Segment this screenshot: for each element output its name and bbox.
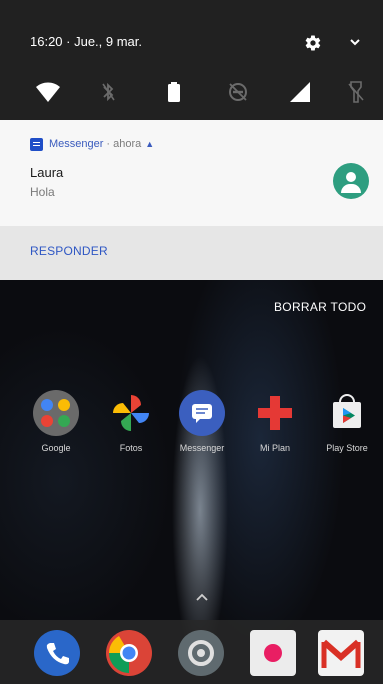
settings-gear-icon[interactable]	[304, 34, 322, 52]
notification-header: Messenger · ahora ▲	[30, 137, 154, 151]
phone-icon[interactable]	[34, 630, 80, 676]
app-label: Mi Plan	[259, 443, 290, 453]
bluetooth-off-icon[interactable]	[94, 78, 122, 106]
notification-app-name: Messenger	[49, 138, 104, 150]
dock	[0, 620, 383, 684]
notification-time: ahora	[113, 138, 142, 150]
app-google[interactable]: Google	[21, 390, 91, 453]
status-time-date: 16:20 · Jue., 9 mar.	[30, 34, 143, 49]
status-row: 16:20 · Jue., 9 mar.	[0, 22, 383, 62]
chevron-down-icon[interactable]	[348, 36, 362, 48]
clear-all-button[interactable]: BORRAR TODO	[274, 300, 366, 314]
wifi-icon[interactable]	[34, 78, 62, 106]
messenger-icon	[179, 390, 225, 436]
notification-actions: RESPONDER	[0, 226, 383, 280]
app-play-store[interactable]: Play Store	[312, 390, 382, 453]
dnd-off-icon[interactable]	[224, 78, 252, 106]
app-drawer-arrow-icon[interactable]	[195, 592, 209, 602]
messenger-notification[interactable]: Messenger · ahora ▲ Laura Hola	[0, 120, 383, 226]
play-store-icon	[324, 390, 370, 436]
app-my-plan[interactable]: Mi Plan	[240, 390, 310, 453]
app-label: Messenger	[179, 443, 225, 453]
battery-icon[interactable]	[160, 78, 188, 106]
home-screen: BORRAR TODO Google Fotos Messenger Mi Pl…	[0, 280, 383, 684]
notification-sender: Laura	[30, 165, 64, 180]
notification-separator: ·	[106, 138, 111, 150]
camera-icon[interactable]	[178, 630, 224, 676]
media-icon[interactable]	[250, 630, 296, 676]
contact-avatar	[333, 163, 369, 199]
expand-caret-icon[interactable]: ▲	[145, 139, 154, 149]
flashlight-off-icon[interactable]	[342, 78, 370, 106]
quick-settings-shade: 16:20 · Jue., 9 mar.	[0, 0, 383, 120]
app-label: Play Store	[326, 443, 368, 453]
photos-icon	[108, 390, 154, 436]
gmail-icon[interactable]	[318, 630, 364, 676]
quick-settings-tiles	[0, 78, 383, 114]
avatar-person-icon	[346, 172, 356, 182]
reply-button[interactable]: RESPONDER	[30, 244, 108, 258]
chrome-icon[interactable]	[106, 630, 152, 676]
first-aid-icon	[252, 390, 298, 436]
app-label: Google	[41, 443, 71, 453]
signal-icon[interactable]	[286, 78, 314, 106]
google-folder-icon	[33, 390, 79, 436]
notification-message: Hola	[30, 185, 55, 199]
app-messenger[interactable]: Messenger	[167, 390, 237, 453]
app-photos[interactable]: Fotos	[96, 390, 166, 453]
messenger-small-icon	[30, 137, 43, 151]
app-label: Fotos	[119, 443, 143, 453]
